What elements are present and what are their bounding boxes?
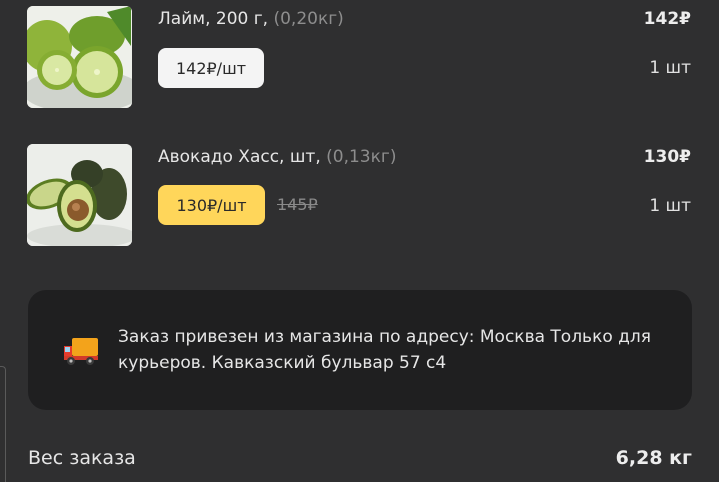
unit-price-label: 130₽/шт — [176, 195, 247, 215]
avocado-image — [27, 144, 132, 246]
item-name: Авокадо Хасс, шт, — [158, 147, 321, 167]
lime-image — [27, 6, 132, 108]
unit-price-badge: 130₽/шт — [158, 185, 265, 225]
delivery-truck-icon — [62, 334, 100, 366]
delivery-notice-text: Заказ привезен из магазина по адресу: Мо… — [118, 327, 651, 373]
item-weight: (0,20кг) — [273, 9, 344, 29]
item-total: 142₽ — [643, 9, 691, 29]
item-title: Лайм, 200 г, (0,20кг) — [158, 9, 344, 29]
delivery-notice: Заказ привезен из магазина по адресу: Мо… — [28, 290, 692, 410]
order-weight-label: Вес заказа — [28, 447, 136, 469]
item-title: Авокадо Хасс, шт, (0,13кг) — [158, 147, 396, 167]
item-quantity: 1 шт — [649, 58, 691, 78]
item-weight: (0,13кг) — [326, 147, 397, 167]
item-quantity: 1 шт — [649, 196, 691, 216]
old-price: 145₽ — [277, 195, 318, 214]
panel-edge — [0, 366, 6, 482]
item-name: Лайм, 200 г, — [158, 9, 269, 29]
item-total: 130₽ — [643, 147, 691, 167]
unit-price-label: 142₽/шт — [175, 58, 247, 78]
unit-price-badge: 142₽/шт — [158, 48, 264, 88]
order-weight-value: 6,28 кг — [615, 447, 692, 469]
